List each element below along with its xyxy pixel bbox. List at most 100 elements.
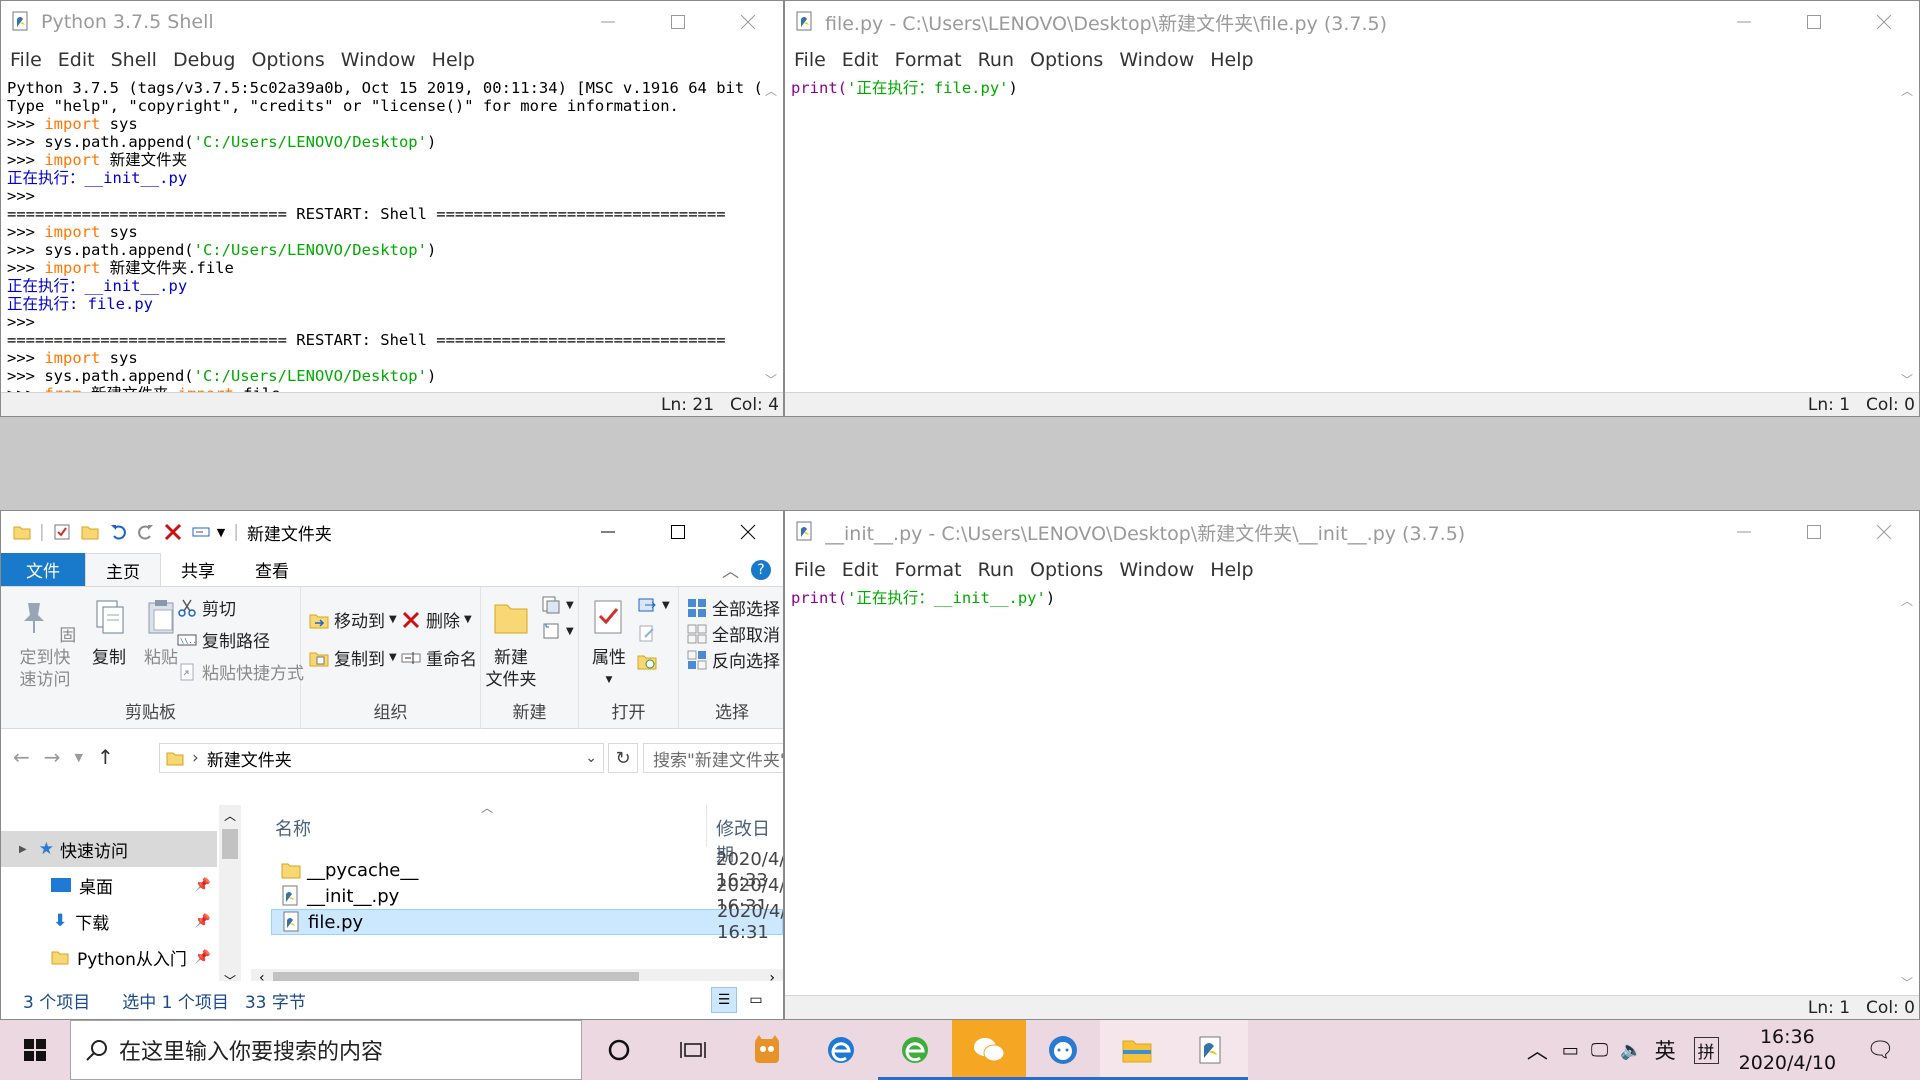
tab-home[interactable]: 主页 [85,553,161,586]
minimize-button[interactable] [573,1,643,43]
column-divider[interactable] [706,805,707,847]
taskbar-search-box[interactable]: 在这里输入你要搜索的内容 [70,1020,582,1080]
delete-red-x-icon[interactable] [163,522,183,542]
pin-quick-access-button[interactable]: 固定到快 速访问 [7,597,83,691]
minimize-button[interactable] [1709,1,1779,43]
maximize-button[interactable] [643,511,713,553]
init-editor-scrollbar[interactable]: ︿ ﹀ [1897,586,1919,995]
collapse-ribbon-icon[interactable]: ︿ [722,553,739,586]
help-icon[interactable]: ? [751,559,771,580]
pin-icon[interactable]: 📌 [195,950,211,965]
forward-arrow-icon[interactable]: → [44,745,61,769]
init-editor-titlebar[interactable]: __init__.py - C:\Users\LENOVO\Desktop\新建… [785,511,1919,553]
menu-format[interactable]: Format [890,49,967,71]
action-center-icon[interactable]: 🗨 [1866,1038,1894,1063]
copy-path-button[interactable]: \\.. 复制路径 [177,627,270,652]
tab-view[interactable]: 查看 [235,553,309,586]
new-item-button[interactable]: ▼ [541,595,574,615]
redo-icon[interactable] [135,522,155,542]
file-editor-text-area[interactable]: print('正在执行：file.py') [791,79,1895,97]
scroll-up-icon[interactable]: ︿ [765,82,777,99]
menu-run[interactable]: Run [973,559,1019,581]
nav-quick-access[interactable]: ▶ ★ 快速访问 [1,831,217,867]
scroll-down-icon[interactable]: ﹀ [765,371,777,388]
file-row[interactable]: __pycache__2020/4/10 16:33 [271,849,783,891]
qat-dropdown-icon[interactable]: ▼ [217,526,225,539]
cortana-button[interactable] [582,1020,656,1080]
address-dropdown-icon[interactable]: ⌄ [585,750,597,766]
edit-button[interactable] [637,623,662,643]
invert-selection-button[interactable]: 反向选择 [687,647,780,672]
back-arrow-icon[interactable]: ← [13,745,30,769]
properties-check-icon[interactable] [53,523,71,541]
search-input[interactable]: 搜索"新建文件夹" [643,743,783,773]
taskbar-app-python[interactable] [1174,1020,1248,1080]
menu-options[interactable]: Options [246,49,329,71]
maximize-button[interactable] [1779,1,1849,43]
breadcrumb-current[interactable]: 新建文件夹 [207,746,585,771]
up-arrow-icon[interactable]: ↑ [97,745,114,769]
taskbar-app-browser[interactable] [878,1020,952,1080]
start-button[interactable] [0,1020,70,1080]
menu-window[interactable]: Window [1114,559,1199,581]
show-hidden-icons-icon[interactable]: ︿ [1527,1035,1548,1065]
menu-debug[interactable]: Debug [168,49,240,71]
copy-button[interactable]: 复制 [83,597,135,669]
rename-button[interactable]: 重命名 [401,645,477,670]
file-row[interactable]: file.py 2020/4/10 16:31 [271,901,783,943]
rename-icon[interactable] [191,522,211,542]
nav-downloads[interactable]: ⬇ 下载 📌 [1,903,217,939]
address-bar[interactable]: › 新建文件夹 ⌄ [159,743,604,773]
details-view-icon[interactable]: ☰ [711,987,737,1013]
menu-window[interactable]: Window [1114,49,1199,71]
init-editor-text-area[interactable]: print('正在执行：__init__.py') [791,589,1895,607]
file-editor-scrollbar[interactable]: ︿ ﹀ [1897,76,1919,392]
close-button[interactable] [713,511,783,553]
refresh-button[interactable]: ↻ [608,743,638,773]
menu-edit[interactable]: Edit [53,49,100,71]
minimize-button[interactable] [573,511,643,553]
tab-share[interactable]: 共享 [161,553,235,586]
expand-arrow-icon[interactable]: ▶ [19,844,27,855]
taskbar-app-wechat[interactable] [952,1020,1026,1080]
close-button[interactable] [713,1,783,43]
menu-file[interactable]: File [789,559,831,581]
explorer-titlebar[interactable]: | ▼ | 新建文件夹 [1,511,783,553]
network-icon[interactable]: 🖵 [1591,1040,1608,1061]
volume-icon[interactable]: 🔈 [1620,1040,1642,1061]
taskbar-app-edge[interactable] [804,1020,878,1080]
shell-output-area[interactable]: Python 3.7.5 (tags/v3.7.5:5c02a39a0b, Oc… [7,79,783,416]
menu-help[interactable]: Help [1205,559,1258,581]
move-to-button[interactable]: 移动到 ▼ [309,607,397,632]
menu-options[interactable]: Options [1025,49,1108,71]
nav-pane-scrollbar[interactable]: ︿ ﹀ [219,805,241,991]
close-button[interactable] [1849,511,1919,553]
new-folder-icon[interactable] [81,523,99,541]
menu-file[interactable]: File [789,49,831,71]
pin-icon[interactable]: 📌 [195,878,211,893]
scroll-up-icon[interactable]: ︿ [1901,82,1913,99]
properties-button[interactable]: 属性 ▼ [587,597,631,691]
new-folder-button[interactable]: 新建 文件夹 [485,597,537,691]
breadcrumb-separator-icon[interactable]: › [192,748,199,768]
copy-to-button[interactable]: 复制到 ▼ [309,645,397,670]
nav-study-folder[interactable]: 学习 [1,975,217,977]
ime-language-indicator[interactable]: 英 [1655,1035,1676,1065]
shell-scrollbar[interactable]: ︿ ﹀ [761,76,783,392]
pin-icon[interactable]: 📌 [195,914,211,929]
file-editor-titlebar[interactable]: file.py - C:\Users\LENOVO\Desktop\新建文件夹\… [785,1,1919,43]
undo-icon[interactable] [109,522,129,542]
column-header-name[interactable]: 名称 [275,815,311,841]
menu-shell[interactable]: Shell [106,49,162,71]
minimize-button[interactable] [1709,511,1779,553]
task-view-button[interactable] [656,1020,730,1080]
open-with-button[interactable]: ▼ [637,595,670,615]
battery-icon[interactable]: ▭ [1562,1040,1579,1061]
scroll-down-icon[interactable]: ﹀ [1901,974,1913,991]
tab-file[interactable]: 文件 [1,553,85,586]
menu-edit[interactable]: Edit [837,49,884,71]
scroll-thumb[interactable] [222,829,238,859]
maximize-button[interactable] [1779,511,1849,553]
taskbar-clock[interactable]: 16:36 2020/4/10 [1739,1024,1836,1076]
large-icons-view-icon[interactable]: ▭ [743,987,769,1013]
